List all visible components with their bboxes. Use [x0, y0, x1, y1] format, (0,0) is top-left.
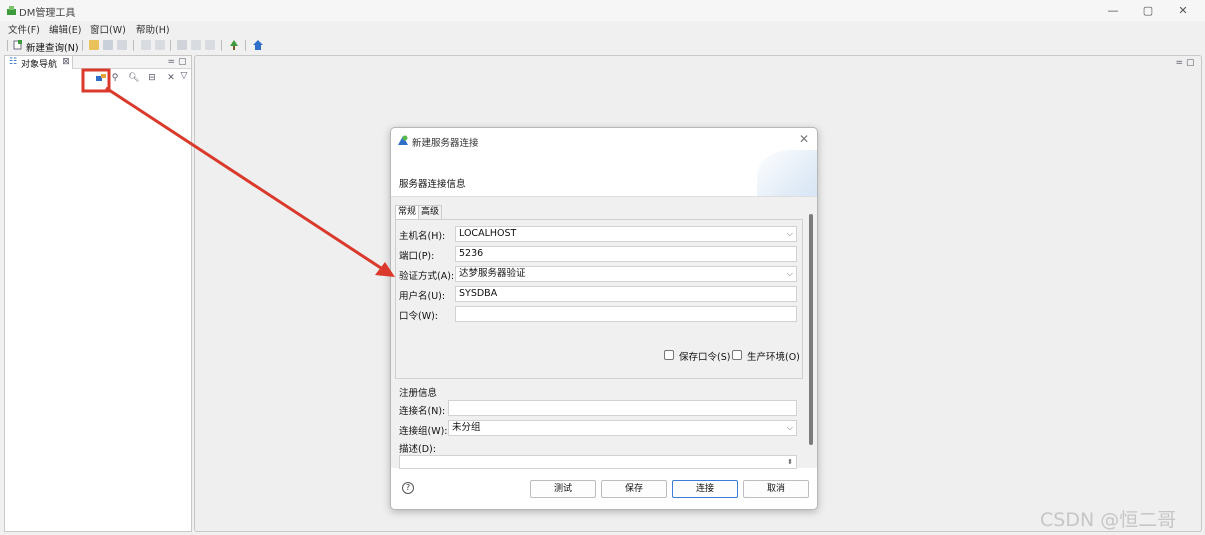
port-label: 端口(P):	[399, 251, 435, 262]
toolbar-separator	[245, 40, 246, 51]
chevron-down-icon: ⌵	[786, 269, 793, 278]
dm-app-icon	[7, 6, 16, 15]
chevron-down-icon: ⌵	[786, 423, 793, 432]
tab-general[interactable]: 常规	[395, 205, 420, 219]
window-title: DM管理工具	[19, 8, 76, 19]
spinner-icon: ⬍	[787, 458, 793, 466]
new-query-icon	[13, 40, 22, 50]
toolbar-separator	[7, 40, 8, 51]
filter-icon[interactable]: ⚲	[110, 73, 120, 83]
object-navigator-panel: ☷ 对象导航 ⊠ = ▢ ⚲ 🔍︎ ⊟ ✕ ▽	[4, 55, 192, 532]
dialog-body: 常规 高级 主机名(H): LOCALHOST ⌵ 端口(P): 5236 验证…	[391, 196, 817, 469]
new-query-button[interactable]: 新建查询(N)	[26, 40, 79, 54]
port-value: 5236	[459, 248, 484, 259]
open-folder-icon[interactable]	[89, 40, 99, 50]
tab-object-navigator[interactable]: ☷ 对象导航 ⊠	[5, 56, 73, 70]
dialog-banner-graphic	[757, 150, 817, 198]
menu-help[interactable]: 帮助(H)	[136, 22, 170, 36]
dialog-header: 服务器连接信息	[399, 179, 466, 190]
menu-bar: 文件(F) 编辑(E) 窗口(W) 帮助(H)	[0, 21, 1205, 36]
paste-icon[interactable]	[205, 40, 215, 50]
view-menu-chevron-icon[interactable]: ▽	[179, 71, 189, 81]
title-bar: DM管理工具 — ▢ ✕	[0, 0, 1205, 21]
collapse-all-icon[interactable]: ⊟	[147, 73, 157, 83]
tree-icon[interactable]	[229, 40, 239, 50]
user-value: SYSDBA	[459, 288, 498, 299]
menu-edit[interactable]: 编辑(E)	[49, 22, 81, 36]
toolbar-separator	[221, 40, 222, 51]
tab-advanced[interactable]: 高级	[418, 205, 443, 219]
home-icon[interactable]	[253, 40, 263, 50]
cancel-button[interactable]: 取消	[743, 480, 809, 498]
dialog-close-button[interactable]: ✕	[799, 132, 809, 146]
test-button[interactable]: 测试	[530, 480, 596, 498]
host-value: LOCALHOST	[459, 228, 517, 239]
app-window: DM管理工具 — ▢ ✕ 文件(F) 编辑(E) 窗口(W) 帮助(H) 新建查…	[0, 0, 1205, 535]
preview-icon[interactable]	[155, 40, 165, 50]
connection-group-value: 未分组	[452, 422, 481, 433]
save-button[interactable]: 保存	[601, 480, 667, 498]
user-field[interactable]: SYSDBA	[455, 286, 797, 302]
new-server-connection-dialog: 新建服务器连接 ✕ 服务器连接信息 常规 高级 主机名(H): LOCALHOS…	[390, 127, 818, 510]
connection-group-label: 连接组(W):	[399, 426, 448, 437]
password-field[interactable]	[455, 306, 797, 322]
save-password-checkbox[interactable]	[664, 350, 674, 360]
main-toolbar: 新建查询(N)	[0, 37, 1205, 54]
production-env-checkbox[interactable]	[732, 350, 742, 360]
menu-window[interactable]: 窗口(W)	[90, 22, 126, 36]
auth-label: 验证方式(A):	[399, 271, 455, 282]
editor-minimize-maximize-icon[interactable]: = ▢	[1173, 58, 1197, 68]
toolbar-separator	[133, 40, 134, 51]
dialog-footer: ? 测试 保存 连接 取消	[391, 469, 817, 509]
description-label: 描述(D):	[399, 444, 436, 455]
host-select[interactable]: LOCALHOST ⌵	[455, 226, 797, 242]
production-env-label: 生产环境(O)	[747, 352, 800, 363]
connection-name-field[interactable]	[448, 400, 797, 416]
navigator-tree-icon: ☷	[8, 57, 18, 67]
navigator-tab-label: 对象导航	[21, 60, 58, 70]
toolbar-separator	[82, 40, 83, 51]
auth-select[interactable]: 达梦服务器验证 ⌵	[455, 266, 797, 282]
dialog-title: 新建服务器连接	[412, 138, 479, 149]
save-icon[interactable]	[103, 40, 113, 50]
port-field[interactable]: 5236	[455, 246, 797, 262]
register-section-title: 注册信息	[399, 388, 438, 399]
link-icon[interactable]: ✕	[166, 73, 176, 83]
user-label: 用户名(U):	[399, 291, 446, 302]
chevron-down-icon: ⌵	[786, 229, 793, 238]
menu-file[interactable]: 文件(F)	[8, 22, 40, 36]
host-label: 主机名(H):	[399, 231, 446, 242]
print-icon[interactable]	[141, 40, 151, 50]
close-window-button[interactable]: ✕	[1168, 2, 1198, 19]
password-label: 口令(W):	[399, 311, 439, 322]
dialog-scrollbar[interactable]	[809, 214, 813, 445]
minimize-button[interactable]: —	[1098, 2, 1128, 19]
toolbar-separator	[170, 40, 171, 51]
auth-value: 达梦服务器验证	[459, 268, 526, 279]
copy-icon[interactable]	[191, 40, 201, 50]
general-form: 主机名(H): LOCALHOST ⌵ 端口(P): 5236 验证方式(A):…	[395, 219, 803, 379]
restore-button[interactable]: ▢	[1133, 2, 1163, 19]
navigator-tab-bar: ☷ 对象导航 ⊠ = ▢	[5, 56, 191, 70]
close-tab-icon[interactable]: ⊠	[61, 57, 71, 67]
navigator-toolbar: ⚲ 🔍︎ ⊟ ✕ ▽	[5, 70, 191, 85]
cut-icon[interactable]	[177, 40, 187, 50]
connection-name-label: 连接名(N):	[399, 406, 446, 417]
save-all-icon[interactable]	[117, 40, 127, 50]
connection-group-select[interactable]: 未分组 ⌵	[448, 420, 797, 436]
save-password-label: 保存口令(S)	[679, 352, 731, 363]
dialog-connection-icon	[398, 135, 408, 145]
minimize-maximize-icon[interactable]: = ▢	[165, 57, 189, 67]
new-connection-icon[interactable]	[96, 73, 106, 83]
connect-button[interactable]: 连接	[672, 480, 738, 498]
description-field[interactable]: ⬍	[399, 455, 797, 469]
help-icon[interactable]: ?	[402, 482, 414, 494]
watermark: CSDN @恒二哥	[1040, 509, 1177, 531]
search-icon[interactable]: 🔍︎	[128, 73, 139, 83]
